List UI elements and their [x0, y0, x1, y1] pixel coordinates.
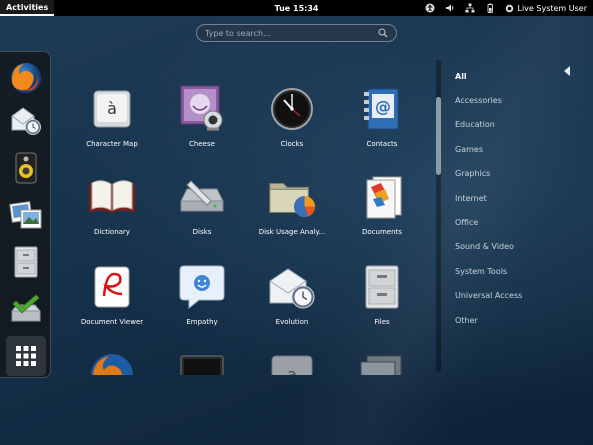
- activities-button[interactable]: Activities: [0, 0, 55, 16]
- character-map-icon: à: [93, 90, 131, 128]
- search-entry[interactable]: [196, 24, 397, 42]
- category-list: All Accessories Education Games Graphics…: [455, 64, 575, 332]
- app-label: Empathy: [186, 318, 218, 326]
- disk-usage-icon: [269, 183, 316, 218]
- system-tray: Live System User: [425, 0, 588, 16]
- app-firefox[interactable]: [72, 348, 152, 375]
- top-bar: Activities Tue 15:34 Live System User: [0, 0, 593, 16]
- dictionary-icon: [89, 180, 135, 213]
- files-cabinet-icon: [14, 246, 38, 278]
- category-accessories[interactable]: Accessories: [455, 88, 575, 112]
- font-viewer-partial-icon: a: [271, 355, 313, 375]
- app-label: Clocks: [280, 140, 304, 148]
- app-grid: à Character Map Cheese Clocks @ Contacts…: [72, 80, 422, 375]
- app-disk-usage-analyzer[interactable]: Disk Usage Analy...: [252, 170, 332, 250]
- app-label: Cheese: [189, 140, 215, 148]
- rhythmbox-speaker-icon: [15, 152, 37, 184]
- dash-shotwell[interactable]: [6, 195, 46, 235]
- show-applications-button[interactable]: [6, 336, 46, 376]
- clock[interactable]: Tue 15:34: [275, 4, 319, 13]
- user-menu[interactable]: Live System User: [505, 3, 588, 13]
- category-internet[interactable]: Internet: [455, 186, 575, 210]
- app-contacts[interactable]: @ Contacts: [342, 82, 422, 162]
- app-grid-scrollbar[interactable]: [436, 60, 441, 372]
- app-cheese[interactable]: Cheese: [162, 82, 242, 162]
- volume-icon[interactable]: [445, 3, 455, 13]
- category-other[interactable]: Other: [455, 308, 575, 332]
- category-all[interactable]: All: [455, 64, 575, 88]
- document-viewer-icon: [94, 266, 130, 308]
- app-files[interactable]: Files: [342, 260, 422, 340]
- app-label: Dictionary: [94, 228, 130, 236]
- evolution-mail-icon: [11, 107, 41, 135]
- category-graphics[interactable]: Graphics: [455, 162, 575, 186]
- accessibility-icon[interactable]: [425, 3, 435, 13]
- svg-text:a: a: [287, 365, 297, 375]
- dash-firefox[interactable]: [6, 58, 46, 98]
- evolution-icon: [269, 268, 315, 309]
- dash-software[interactable]: [6, 289, 46, 329]
- shotwell-photos-icon: [9, 201, 42, 229]
- contacts-icon: @: [364, 88, 399, 130]
- disks-icon: [180, 180, 224, 212]
- app-font-viewer[interactable]: a: [252, 348, 332, 375]
- firefox-icon: [11, 63, 41, 93]
- battery-icon[interactable]: [485, 3, 495, 13]
- firefox-partial-icon: [91, 354, 133, 375]
- search-icon: [378, 28, 388, 38]
- category-system-tools[interactable]: System Tools: [455, 259, 575, 283]
- app-label: Evolution: [275, 318, 309, 326]
- app-clocks[interactable]: Clocks: [252, 82, 332, 162]
- app-label: Character Map: [86, 140, 138, 148]
- app-label: Files: [374, 318, 390, 326]
- app-disks[interactable]: Disks: [162, 170, 242, 250]
- dash: [0, 51, 51, 378]
- dash-rhythmbox[interactable]: [6, 148, 46, 188]
- selected-category-arrow-icon: [564, 66, 570, 76]
- app-label: Disk Usage Analy...: [258, 228, 326, 236]
- svg-text:@: @: [375, 97, 391, 116]
- app-character-map[interactable]: à Character Map: [72, 82, 152, 162]
- app-documents[interactable]: Documents: [342, 170, 422, 250]
- documents-icon: [366, 176, 402, 219]
- dash-evolution[interactable]: [6, 100, 46, 140]
- clocks-icon: [271, 88, 313, 130]
- user-status-icon: [505, 4, 513, 12]
- dash-files[interactable]: [6, 242, 46, 282]
- software-install-icon: [11, 294, 41, 322]
- category-office[interactable]: Office: [455, 210, 575, 234]
- category-sound-video[interactable]: Sound & Video: [455, 235, 575, 259]
- show-applications-icon: [16, 346, 36, 366]
- cheese-icon: [180, 85, 223, 131]
- monitor-partial-icon: [180, 355, 224, 375]
- app-label: Document Viewer: [80, 318, 144, 326]
- files-icon: [365, 265, 399, 309]
- svg-text:à: à: [107, 99, 117, 118]
- scrollbar-thumb[interactable]: [436, 97, 441, 175]
- app-evolution[interactable]: Evolution: [252, 260, 332, 340]
- category-universal-access[interactable]: Universal Access: [455, 284, 575, 308]
- app-label: Contacts: [366, 140, 398, 148]
- user-name: Live System User: [517, 3, 588, 13]
- empathy-icon: [179, 265, 225, 310]
- app-empathy[interactable]: Empathy: [162, 260, 242, 340]
- app-document-viewer[interactable]: Document Viewer: [72, 260, 152, 340]
- screenshot-partial-icon: [360, 355, 402, 375]
- category-education[interactable]: Education: [455, 113, 575, 137]
- network-wired-icon[interactable]: [465, 3, 475, 13]
- app-dictionary[interactable]: Dictionary: [72, 170, 152, 250]
- app-label: Documents: [362, 228, 402, 236]
- app-system-monitor[interactable]: [162, 348, 242, 375]
- search-input[interactable]: [205, 28, 378, 38]
- app-screenshot[interactable]: [342, 348, 422, 375]
- category-games[interactable]: Games: [455, 137, 575, 161]
- app-label: Disks: [192, 228, 212, 236]
